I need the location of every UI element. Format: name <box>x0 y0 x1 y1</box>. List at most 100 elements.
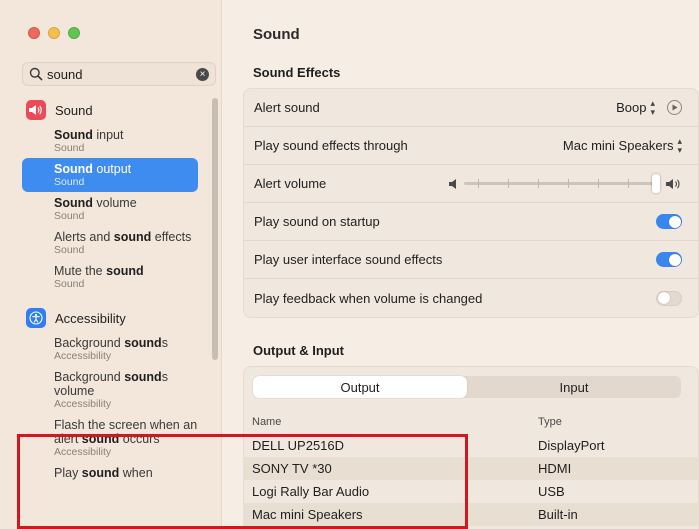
ui-effects-label: Play user interface sound effects <box>254 252 443 267</box>
alert-sound-label: Alert sound <box>254 100 320 115</box>
alert-sound-row: Alert sound Boop ▴ ▾ <box>244 89 698 127</box>
result-path: Accessibility <box>54 446 112 458</box>
device-row[interactable]: Mac mini Speakers Built-in <box>243 503 699 526</box>
play-through-value: Mac mini Speakers <box>562 138 674 153</box>
result-path: Accessibility <box>54 350 112 362</box>
clear-search-icon[interactable]: × <box>196 67 209 81</box>
minimize-window-button[interactable] <box>48 27 60 39</box>
alert-sound-popup[interactable]: Boop ▴ ▾ <box>616 97 682 117</box>
sidebar-category-accessibility[interactable]: Accessibility <box>22 304 210 332</box>
search-results: Sound Sound input Sound Sound output Sound So… <box>22 96 210 484</box>
result-path: Accessibility <box>54 398 112 410</box>
sidebar-result-item[interactable]: Background sounds Accessibility <box>22 332 198 366</box>
startup-sound-row: Play sound on startup <box>244 203 698 241</box>
ui-effects-toggle[interactable] <box>656 252 682 267</box>
slider-tick <box>478 179 479 188</box>
tab-input[interactable]: Input <box>467 376 681 398</box>
play-through-popup[interactable]: Mac mini Speakers ▴ ▾ <box>562 135 682 155</box>
device-rows: DELL UP2516D DisplayPort SONY TV *30 HDMI Lo… <box>243 434 699 526</box>
play-through-row: Play sound effects through Mac mini Spea… <box>244 127 698 165</box>
alert-volume-slider[interactable] <box>464 174 660 193</box>
device-row[interactable]: DELL UP2516D DisplayPort <box>243 434 699 457</box>
sound-effects-heading: Sound Effects <box>253 65 341 80</box>
result-title: Sound volume <box>54 196 137 210</box>
search-input[interactable] <box>47 66 196 82</box>
close-window-button[interactable] <box>28 27 40 39</box>
popup-arrows-icon: ▴ ▾ <box>677 135 682 155</box>
sidebar-result-item[interactable]: Sound output Sound <box>22 158 198 192</box>
result-title: Background sounds <box>54 336 168 350</box>
accessibility-icon <box>26 308 46 328</box>
sidebar-result-item[interactable]: Play sound when <box>22 462 198 484</box>
ui-effects-row: Play user interface sound effects <box>244 241 698 279</box>
slider-tick <box>508 179 509 188</box>
device-type: Built-in <box>538 507 578 522</box>
sidebar-category-label: Sound <box>55 102 93 118</box>
column-header-name[interactable]: Name <box>252 416 538 428</box>
sidebar-scrollbar[interactable] <box>212 98 218 360</box>
result-path: Sound <box>54 210 85 222</box>
device-table-header: Name Type <box>243 410 699 434</box>
device-name: DELL UP2516D <box>252 438 345 453</box>
sidebar-result-item[interactable]: Sound volume Sound <box>22 192 198 226</box>
play-icon <box>672 104 678 111</box>
output-input-heading: Output & Input <box>253 343 344 358</box>
sidebar-result-item[interactable]: Background sounds volume Accessibility <box>22 366 198 414</box>
result-path: Sound <box>54 176 85 188</box>
device-type: USB <box>538 484 565 499</box>
sidebar: × SoundSound inputSoundSound outputSound… <box>0 0 222 529</box>
device-row[interactable]: Logi Rally Bar Audio USB <box>243 480 699 503</box>
search-icon <box>29 67 43 81</box>
zoom-window-button[interactable] <box>68 27 80 39</box>
device-type: DisplayPort <box>538 438 605 453</box>
result-title: Sound output <box>54 162 132 176</box>
slider-tick <box>598 179 599 188</box>
result-title: Sound input <box>54 128 124 142</box>
sidebar-category-sound[interactable]: Sound <box>22 96 210 124</box>
result-title: Flash the screen when an alert sound occ… <box>54 418 198 446</box>
result-title: Background sounds volume <box>54 370 168 398</box>
sidebar-result-item[interactable]: Sound input Sound <box>22 124 198 158</box>
result-title: Play sound when <box>54 466 153 480</box>
popup-arrows-icon: ▴ ▾ <box>650 97 655 117</box>
output-input-segmented-control: Output Input <box>253 376 681 398</box>
alert-volume-label: Alert volume <box>254 176 327 191</box>
slider-tick <box>568 179 569 188</box>
sidebar-result-item[interactable]: Alerts and sound effects Sound <box>22 226 198 260</box>
column-header-type[interactable]: Type <box>538 416 699 428</box>
main-pane: Sound Sound Effects Alert sound Boop ▴ ▾ … <box>223 0 699 529</box>
window-controls <box>28 27 80 39</box>
device-name: Mac mini Speakers <box>252 507 363 522</box>
play-through-label: Play sound effects through <box>254 138 408 153</box>
alert-volume-control <box>449 174 682 193</box>
toggle-knob <box>668 253 681 266</box>
volume-low-icon <box>449 178 456 189</box>
volume-feedback-toggle[interactable] <box>656 290 682 306</box>
device-row[interactable]: SONY TV *30 HDMI <box>243 457 699 480</box>
device-type: HDMI <box>538 461 572 476</box>
result-title: Mute the sound <box>54 264 144 278</box>
alert-volume-row: Alert volume <box>244 165 698 203</box>
search-field[interactable]: × <box>22 62 216 86</box>
alert-sound-value: Boop <box>616 100 647 115</box>
play-alert-button[interactable] <box>667 100 682 115</box>
sidebar-result-item[interactable]: Mute the sound Sound <box>22 260 198 294</box>
alert-volume-knob[interactable] <box>652 174 660 193</box>
startup-sound-label: Play sound on startup <box>254 214 380 229</box>
toggle-knob <box>668 215 681 228</box>
result-path: Sound <box>54 278 85 290</box>
device-table: Name Type DELL UP2516D DisplayPort SONY TV… <box>243 410 699 526</box>
sidebar-result-item[interactable]: Flash the screen when an alert sound occ… <box>22 414 198 462</box>
sound-effects-card: Alert sound Boop ▴ ▾ Play sound effects t… <box>243 88 699 318</box>
tab-output[interactable]: Output <box>253 376 467 398</box>
volume-feedback-label: Play feedback when volume is changed <box>254 290 483 306</box>
startup-sound-toggle[interactable] <box>656 214 682 229</box>
page-title: Sound <box>253 26 300 43</box>
speaker-icon <box>26 100 46 120</box>
result-path: Sound <box>54 244 85 256</box>
device-name: Logi Rally Bar Audio <box>252 484 370 499</box>
sidebar-category-label: Accessibility <box>55 310 126 326</box>
slider-tick <box>628 179 629 188</box>
toggle-knob <box>658 292 670 304</box>
result-title: Alerts and sound effects <box>54 230 192 244</box>
